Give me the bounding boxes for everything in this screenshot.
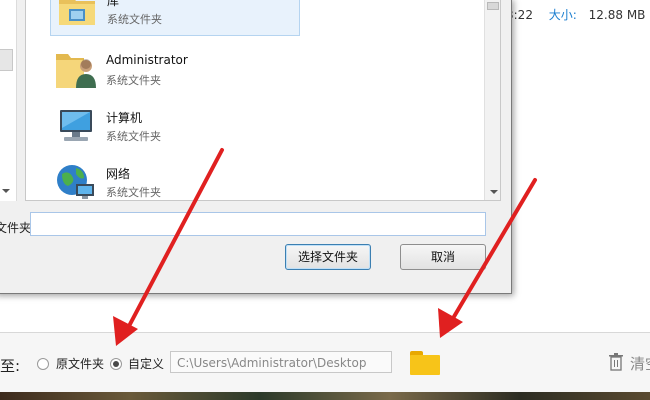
tree-scrollbar[interactable] xyxy=(484,0,500,200)
scroll-down-icon[interactable] xyxy=(490,190,498,194)
tree-item-computer[interactable]: 计算机 系统文件夹 xyxy=(50,100,300,154)
folder-name-input[interactable] xyxy=(30,212,486,236)
file-info-row: 3:22 大小: 12.88 MB xyxy=(506,6,645,23)
radio-original-folder-label[interactable]: 原文件夹 xyxy=(56,355,104,372)
tree-item-library[interactable]: 库 系统文件夹 xyxy=(50,0,300,36)
file-size-label: 大小: xyxy=(548,8,577,22)
save-location-bar: 至: 原文件夹 自定义 C:\Users\Administrator\Deskt… xyxy=(0,332,650,393)
tree-item-name: 库 xyxy=(107,0,120,8)
tree-item-type: 系统文件夹 xyxy=(107,13,162,26)
scrollbar-thumb[interactable] xyxy=(487,2,499,10)
tree-item-type: 系统文件夹 xyxy=(106,74,161,87)
cancel-button[interactable]: 取消 xyxy=(400,244,486,270)
tree-item-type: 系统文件夹 xyxy=(106,130,161,143)
background-app-panel xyxy=(510,0,650,330)
select-folder-dialog: 库 系统文件夹 Administrator 系统文件夹 计算机 系统文件夹 网络… xyxy=(0,0,512,294)
tree-item-type: 系统文件夹 xyxy=(106,186,161,199)
tree-item-name: 计算机 xyxy=(106,111,143,125)
browse-folder-button[interactable] xyxy=(410,351,440,375)
tree-item-name: Administrator xyxy=(106,53,188,67)
tree-item-administrator[interactable]: Administrator 系统文件夹 xyxy=(50,44,300,98)
output-path-field[interactable]: C:\Users\Administrator\Desktop xyxy=(170,351,392,373)
network-globe-icon xyxy=(57,165,94,199)
background-photo xyxy=(0,392,650,400)
user-folder-icon xyxy=(56,54,96,88)
left-pane-scrollbar[interactable] xyxy=(0,0,17,201)
file-size-value: 12.88 MB xyxy=(588,8,646,22)
select-folder-button[interactable]: 选择文件夹 xyxy=(285,244,371,270)
tree-item-network[interactable]: 网络 系统文件夹 xyxy=(50,156,300,200)
radio-original-folder[interactable] xyxy=(37,358,49,370)
clear-button[interactable]: 清空 xyxy=(630,353,650,374)
library-folder-icon xyxy=(59,0,95,25)
computer-icon xyxy=(60,110,92,141)
radio-custom-folder[interactable] xyxy=(110,358,122,370)
tree-item-name: 网络 xyxy=(106,167,131,181)
scroll-down-icon[interactable] xyxy=(2,189,10,193)
folder-tree: 库 系统文件夹 Administrator 系统文件夹 计算机 系统文件夹 网络… xyxy=(25,0,501,201)
trash-icon[interactable] xyxy=(608,353,624,371)
radio-custom-folder-label[interactable]: 自定义 xyxy=(128,355,164,372)
save-to-label: 至: xyxy=(0,357,21,375)
